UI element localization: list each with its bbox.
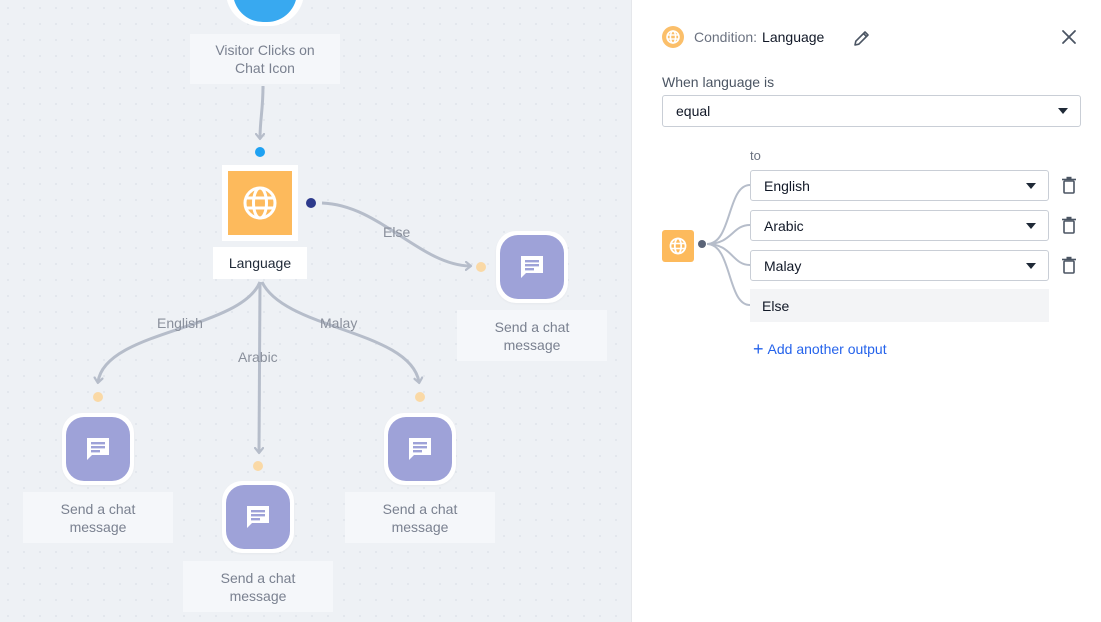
operator-select[interactable]: equal xyxy=(662,95,1081,127)
globe-icon xyxy=(243,186,277,220)
output-value: English xyxy=(764,177,810,194)
chat-message-icon xyxy=(409,438,431,460)
message-node-label: Send a chat message xyxy=(345,492,495,543)
chat-trigger-icon xyxy=(233,0,297,22)
chevron-down-icon xyxy=(1026,182,1036,189)
input-port[interactable] xyxy=(93,392,103,402)
plus-icon: + xyxy=(753,339,764,359)
message-node-label: Send a chat message xyxy=(457,310,607,361)
edge-label-english: English xyxy=(157,315,203,331)
trash-icon[interactable] xyxy=(1061,256,1077,274)
else-output-row: Else xyxy=(750,289,1049,322)
message-node-label: Send a chat message xyxy=(23,492,173,543)
add-output-label: Add another output xyxy=(767,341,887,357)
edge-label-arabic: Arabic xyxy=(238,349,278,365)
output-value: Malay xyxy=(764,257,802,274)
chat-message-icon xyxy=(521,256,543,278)
trash-icon[interactable] xyxy=(1061,176,1077,194)
close-icon[interactable] xyxy=(1060,28,1078,46)
message-node-english[interactable] xyxy=(62,413,134,485)
pencil-icon[interactable] xyxy=(852,28,872,48)
edge-trigger-to-language xyxy=(260,85,263,138)
else-output-port[interactable] xyxy=(306,198,316,208)
edge-arabic xyxy=(259,281,260,452)
header-title: Language xyxy=(762,29,825,45)
input-port[interactable] xyxy=(253,461,263,471)
message-node-arabic[interactable] xyxy=(222,481,294,553)
chat-message-icon xyxy=(247,506,269,528)
header-prefix: Condition: xyxy=(694,29,758,45)
language-condition-node[interactable] xyxy=(222,165,298,241)
input-port[interactable] xyxy=(476,262,486,272)
output-value: Arabic xyxy=(764,217,804,234)
edge-label-malay: Malay xyxy=(320,315,358,331)
flow-canvas[interactable]: Visitor Clicks on Chat Icon Language Els… xyxy=(0,0,631,622)
edge-malay xyxy=(260,281,419,382)
chat-message-icon xyxy=(87,438,109,460)
operator-value: equal xyxy=(676,103,711,119)
condition-panel: Condition: Language When language is equ… xyxy=(631,0,1101,622)
globe-icon xyxy=(662,26,684,48)
when-language-label: When language is xyxy=(662,74,775,90)
output-select-english[interactable]: English xyxy=(750,170,1049,201)
message-node-malay[interactable] xyxy=(384,413,456,485)
edge-label-else: Else xyxy=(383,224,411,240)
input-port[interactable] xyxy=(255,147,265,157)
message-node-label: Send a chat message xyxy=(183,561,333,612)
chevron-down-icon xyxy=(1058,108,1068,114)
trigger-label: Visitor Clicks on Chat Icon xyxy=(190,34,340,84)
panel-header: Condition: Language xyxy=(662,26,824,48)
globe-icon xyxy=(662,230,694,262)
message-node-else[interactable] xyxy=(496,231,568,303)
input-port[interactable] xyxy=(415,392,425,402)
add-output-button[interactable]: + Add another output xyxy=(753,340,887,358)
output-select-arabic[interactable]: Arabic xyxy=(750,210,1049,241)
language-node-label: Language xyxy=(213,247,307,279)
chevron-down-icon xyxy=(1026,222,1036,229)
edge-english xyxy=(98,281,262,382)
chevron-down-icon xyxy=(1026,262,1036,269)
to-label: to xyxy=(750,148,761,163)
output-select-malay[interactable]: Malay xyxy=(750,250,1049,281)
trash-icon[interactable] xyxy=(1061,216,1077,234)
